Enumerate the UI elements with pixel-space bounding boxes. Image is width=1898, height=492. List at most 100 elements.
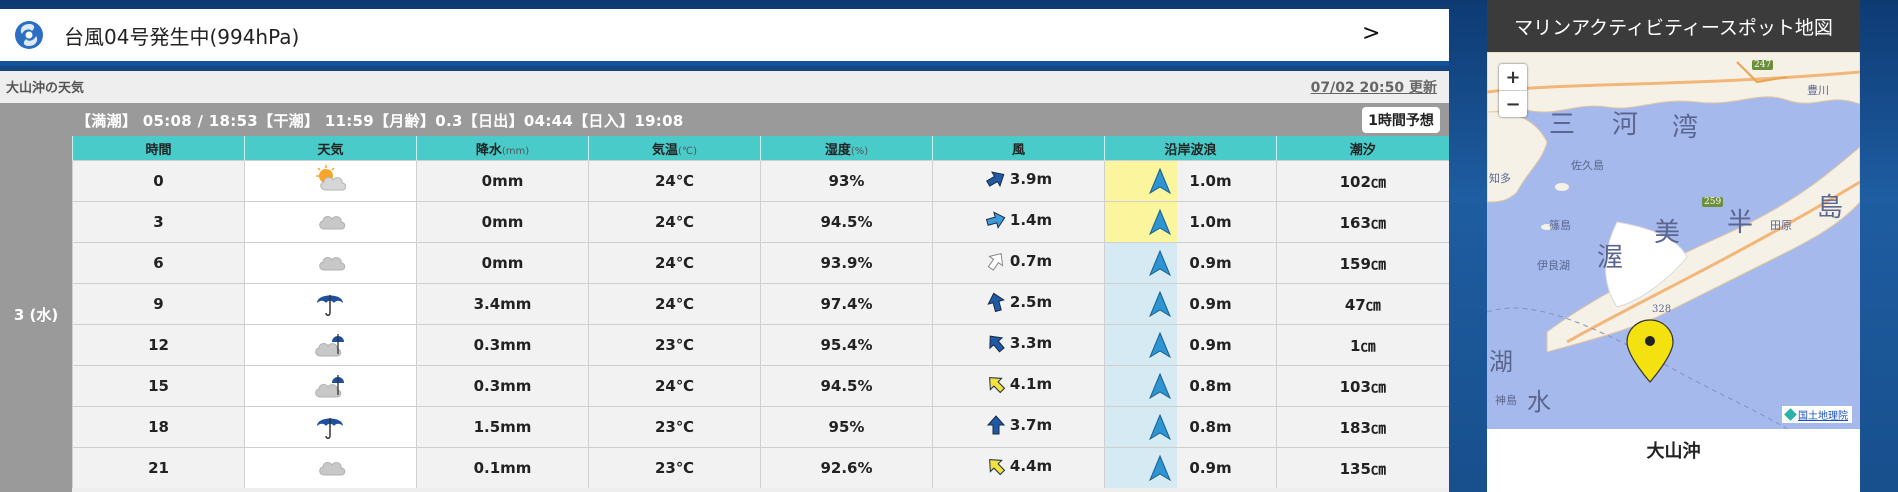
zoom-out-button[interactable]: − — [1499, 91, 1527, 117]
arrow-east-icon — [985, 211, 1006, 229]
temp-cell: 23℃ — [588, 406, 761, 448]
column-header-label: 沿岸波浪 — [1164, 142, 1217, 158]
column-header-label: 天気 — [317, 142, 344, 158]
wind-value: 2.5m — [1009, 293, 1053, 311]
wave-cell: 0.9m — [1104, 324, 1277, 366]
temp-cell: 23℃ — [588, 324, 761, 366]
column-header-label: 潮汐 — [1349, 142, 1376, 158]
map-label: 豊川 — [1807, 84, 1829, 97]
weather-cell — [244, 242, 417, 284]
wind-value: 0.7m — [1009, 252, 1053, 270]
cloud-umbrella-icon — [314, 334, 344, 357]
map-label: 湾 — [1672, 113, 1699, 143]
temp-cell: 24℃ — [588, 201, 761, 243]
wind-cell: 4.4m — [932, 447, 1105, 488]
map-credit-link[interactable]: 国土地理院 — [1782, 406, 1852, 423]
marine-spot-map: マリンアクティビティースポット地図 + − 三 河 湾 渥 美 半 島 佐久島 … — [1487, 0, 1860, 492]
temp-cell: 24℃ — [588, 365, 761, 407]
temp-cell: 24℃ — [588, 242, 761, 284]
route-shield: 259 — [1702, 197, 1724, 207]
precip-cell: 3.4mm — [416, 283, 589, 325]
hourly-forecast-button[interactable]: 1時間予想 — [1362, 107, 1440, 133]
wind-cell: 0.7m — [932, 242, 1105, 284]
map-label: 河 — [1612, 110, 1639, 140]
wave-cell: 1.0m — [1104, 201, 1277, 243]
day-label: 3 (水) — [0, 137, 72, 492]
map-label: 知多 — [1489, 172, 1511, 185]
wave-value: 1.0m — [1189, 213, 1232, 231]
wave-cell: 0.9m — [1104, 242, 1277, 284]
wave-cell: 0.9m — [1104, 283, 1277, 325]
map-label: 水 — [1527, 388, 1551, 416]
precip-cell: 0.3mm — [416, 365, 589, 407]
table-row: 0 0mm 24℃ 93% 3.9m 1.0m 102㎝ — [72, 160, 1449, 202]
column-header-label: 気温 — [651, 142, 678, 158]
wind-cell: 1.4m — [932, 201, 1105, 243]
humidity-cell: 92.6% — [760, 447, 933, 488]
typhoon-icon — [15, 21, 43, 49]
precip-cell: 0.3mm — [416, 324, 589, 366]
tide-cell: 1㎝ — [1276, 324, 1449, 366]
wind-value: 4.1m — [1009, 375, 1053, 393]
column-header-label: 時間 — [145, 142, 172, 158]
column-header: 気温(℃) — [588, 136, 761, 161]
zoom-in-button[interactable]: + — [1499, 64, 1527, 91]
column-header-unit: (℃) — [677, 145, 698, 157]
update-time-link[interactable]: 07/02 20:50 更新 — [1311, 77, 1437, 97]
wave-value: 0.9m — [1189, 295, 1232, 313]
table-row: 12 0.3mm 23℃ 95.4% 3.3m 0.9m 1㎝ — [72, 324, 1449, 366]
map-label: 伊良湖 — [1537, 259, 1570, 272]
humidity-cell: 97.4% — [760, 283, 933, 325]
wave-cell: 0.9m — [1104, 447, 1277, 488]
wind-cell: 4.1m — [932, 365, 1105, 407]
wind-cell: 2.5m — [932, 283, 1105, 325]
wave-cell: 0.8m — [1104, 406, 1277, 448]
arrow-northwest-icon — [989, 335, 1005, 353]
time-cell: 9 — [72, 283, 245, 325]
map-label: 田原 — [1770, 219, 1792, 232]
table-header-row: 時間 天気 降水(mm) 気温(℃) 湿度(%) 風沿岸波浪 潮汐 — [72, 136, 1449, 161]
table-row: 9 3.4mm 24℃ 97.4% 2.5m 0.9m 47㎝ — [72, 283, 1449, 325]
weather-title: 大山沖の天気 — [6, 81, 85, 96]
precip-cell: 0mm — [416, 242, 589, 284]
time-cell: 12 — [72, 324, 245, 366]
humidity-cell: 93.9% — [760, 242, 933, 284]
map-title: マリンアクティビティースポット地図 — [1487, 0, 1860, 52]
humidity-cell: 95.4% — [760, 324, 933, 366]
precip-cell: 0.1mm — [416, 447, 589, 488]
cloud-icon — [318, 462, 345, 476]
table-row: 6 0mm 24℃ 93.9% 0.7m 0.9m 159㎝ — [72, 242, 1449, 284]
umbrella-icon — [316, 418, 343, 439]
weather-cell — [244, 324, 417, 366]
wind-value: 1.4m — [1009, 211, 1053, 229]
temp-cell: 24℃ — [588, 160, 761, 202]
arrow-northwest-icon — [988, 459, 1006, 476]
cloud-icon — [318, 257, 345, 271]
column-header-label: 降水 — [475, 142, 502, 158]
column-header: 湿度(%) — [760, 136, 933, 161]
time-cell: 18 — [72, 406, 245, 448]
typhoon-alert-bar[interactable]: 台風04号発生中(994hPa) > — [0, 9, 1449, 66]
typhoon-chevron-icon[interactable]: > — [1362, 21, 1380, 46]
precip-cell: 0mm — [416, 201, 589, 243]
table-row: 18 1.5mm 23℃ 95% 3.7m 0.8m 183㎝ — [72, 406, 1449, 448]
tide-info-bar: 【満潮】 05:08 / 18:53【干潮】 11:59【月齢】0.3【日出】0… — [0, 103, 1449, 137]
wave-cell: 1.0m — [1104, 160, 1277, 202]
wind-value: 3.7m — [1009, 416, 1053, 434]
humidity-cell: 94.5% — [760, 201, 933, 243]
table-row: 15 0.3mm 24℃ 94.5% 4.1m 0.8m 103㎝ — [72, 365, 1449, 407]
umbrella-icon — [316, 295, 343, 316]
tide-cell: 102㎝ — [1276, 160, 1449, 202]
route-shield: 247 — [1752, 60, 1774, 70]
wave-direction-icon — [1149, 332, 1172, 358]
tide-cell: 135㎝ — [1276, 447, 1449, 488]
humidity-cell: 94.5% — [760, 365, 933, 407]
tide-cell: 103㎝ — [1276, 365, 1449, 407]
arrow-northeast-icon — [987, 253, 1004, 271]
gsi-logo-icon — [1784, 408, 1797, 421]
weather-cell — [244, 447, 417, 488]
map-canvas[interactable]: + − 三 河 湾 渥 美 半 島 佐久島 知多 篠島 田原 伊良湖 豊川 24… — [1487, 52, 1860, 429]
spot-name: 大山沖 — [1487, 429, 1860, 492]
time-cell: 3 — [72, 201, 245, 243]
time-cell: 6 — [72, 242, 245, 284]
